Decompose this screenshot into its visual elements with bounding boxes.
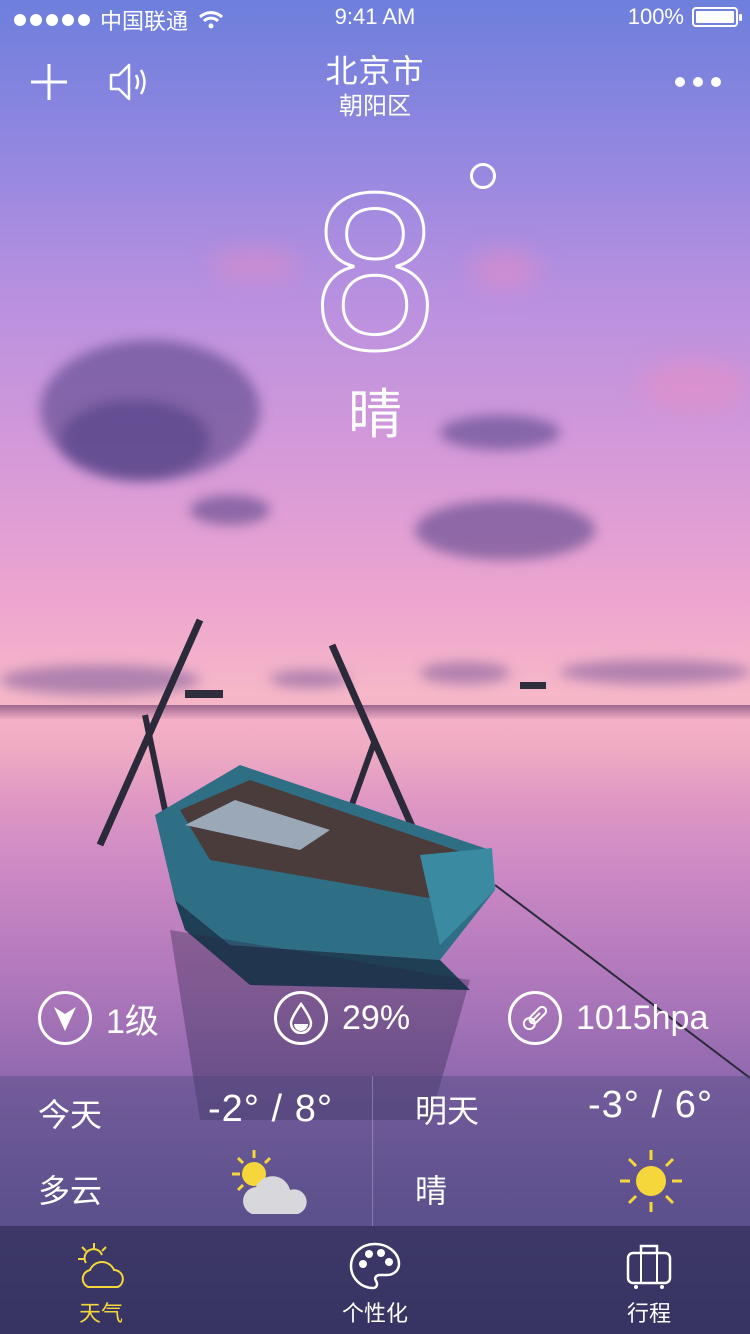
today-low: -2 [208,1088,244,1130]
humidity-value: 29% [342,998,411,1037]
battery-icon [692,7,742,27]
thermometer-icon [508,991,562,1045]
wind-stat: 1级 [38,988,159,1048]
today-high: 8 [294,1088,317,1130]
luggage-icon [626,1244,672,1289]
tab-personalize-label: 个性化 [341,1301,408,1326]
humidity-stat: 29% [274,988,410,1048]
water-drop-icon [274,991,328,1045]
degree-symbol [470,163,496,189]
temperature-value: 8 [308,180,442,360]
today-range: -2° / 8° [208,1088,334,1130]
today-label: 今天 [38,1097,103,1133]
tab-weather-label: 天气 [78,1301,123,1326]
palette-icon [349,1242,401,1290]
forecast-panel: 今天 -2° / 8° 多云 明天 -3° / 6° 晴 [0,1076,750,1226]
current-condition: 晴 [348,385,402,445]
more-dots-icon [675,77,721,87]
tomorrow-range: -3° / 6° [588,1084,714,1126]
pressure-stat: 1015hpa [508,988,708,1048]
tomorrow-low: -3 [588,1084,624,1126]
wind-direction-icon [38,991,92,1045]
status-bar: 中国联通 9:41 AM 100% [0,0,750,34]
more-button[interactable] [670,58,726,106]
weather-icon [78,1243,124,1288]
weather-screen: 中国联通 9:41 AM 100% 北京市 朝阳区 8 晴 1级 29% 101… [0,0,750,1334]
current-temperature: 8 [300,180,450,360]
tomorrow-label: 明天 [415,1093,480,1129]
sunny-icon [620,1150,682,1212]
tab-weather[interactable]: 天气 [26,1226,176,1334]
forecast-divider [372,1076,373,1226]
today-condition: 多云 [38,1173,103,1209]
tab-personalize[interactable]: 个性化 [300,1226,450,1334]
tab-itinerary-label: 行程 [626,1301,671,1326]
tab-itinerary[interactable]: 行程 [574,1226,724,1334]
tomorrow-high: 6 [674,1084,697,1126]
partly-cloudy-icon [232,1150,307,1214]
tab-bar: 天气 个性化 行程 [0,1226,750,1334]
tomorrow-condition: 晴 [415,1173,448,1209]
district-name[interactable]: 朝阳区 [0,86,750,121]
battery-percent: 100% [627,4,684,29]
wind-value: 1级 [106,1002,159,1041]
pressure-value: 1015hpa [576,998,709,1037]
